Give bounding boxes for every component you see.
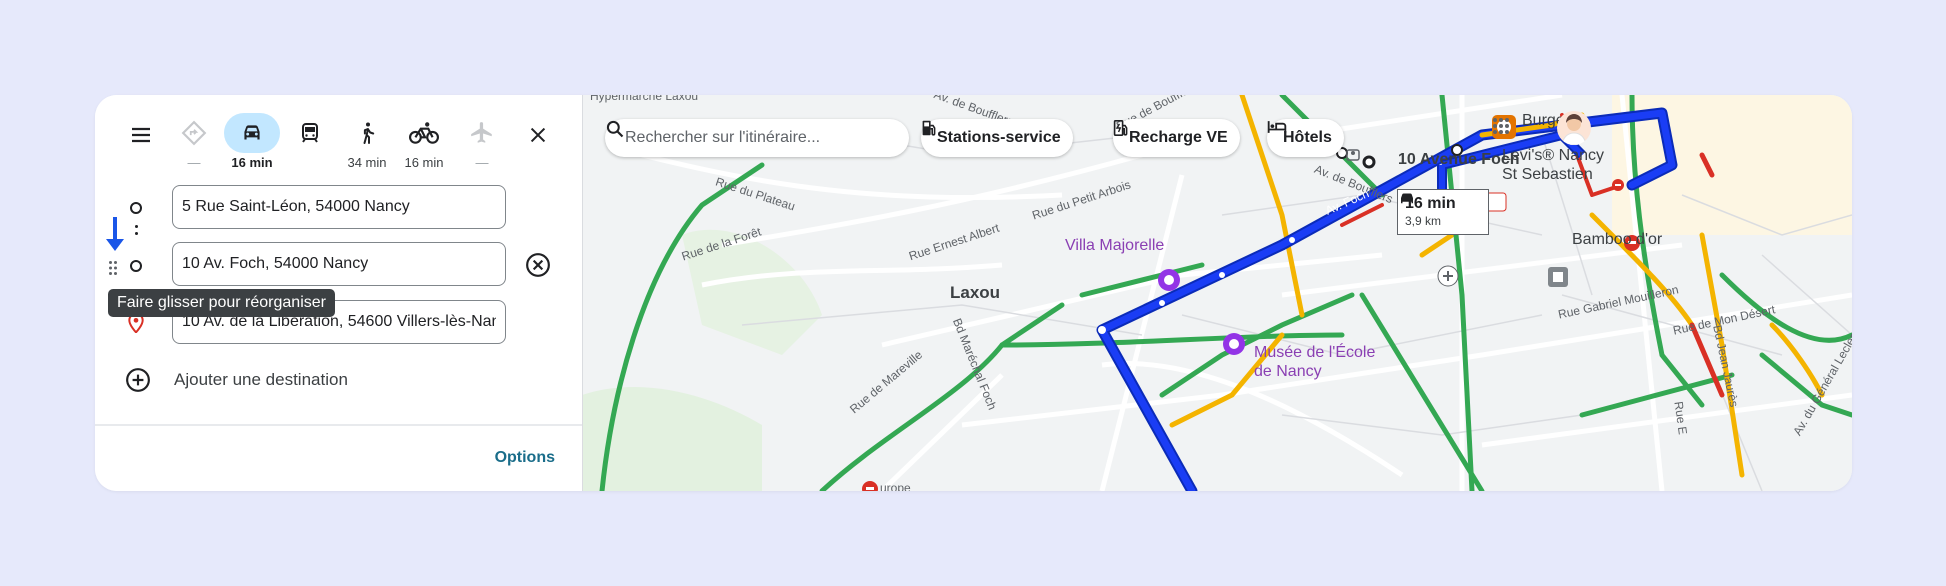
search-icon bbox=[606, 120, 624, 138]
close-icon bbox=[530, 127, 546, 143]
directions-panel: — 16 min 34 min 16 min — 5 Rue Saint-Léo… bbox=[95, 95, 583, 491]
chip-ev-charging[interactable]: Recharge VE bbox=[1113, 119, 1240, 157]
car-icon bbox=[1401, 193, 1413, 204]
gas-station-icon bbox=[922, 120, 936, 136]
route-time-callout[interactable]: 16 min 3,9 km bbox=[1397, 189, 1489, 235]
map-canvas[interactable]: Rechercher sur l'itinéraire... Stations-… bbox=[582, 95, 1852, 491]
add-circle-icon bbox=[126, 368, 150, 392]
remove-stop-button[interactable] bbox=[524, 251, 552, 279]
apps-icon[interactable] bbox=[1492, 117, 1510, 135]
chip-label: Recharge VE bbox=[1129, 129, 1228, 146]
route-dot bbox=[135, 232, 138, 235]
chip-gas-stations[interactable]: Stations-service bbox=[921, 119, 1073, 157]
add-destination-label: Ajouter une destination bbox=[174, 370, 348, 389]
mode-flight-button[interactable] bbox=[454, 113, 510, 153]
mode-car-time: 16 min bbox=[231, 155, 273, 170]
chip-label: Stations-service bbox=[937, 129, 1061, 146]
close-directions-button[interactable] bbox=[520, 117, 556, 153]
origin-input[interactable]: 5 Rue Saint-Léon, 54000 Nancy bbox=[172, 185, 506, 229]
ev-charger-icon bbox=[1113, 120, 1128, 136]
route-dot bbox=[135, 225, 138, 228]
drag-tooltip: Faire glisser pour réorganiser bbox=[108, 289, 335, 317]
blue-down-arrow-icon bbox=[106, 217, 124, 251]
mode-bike-button[interactable] bbox=[396, 113, 452, 153]
hotel-icon bbox=[1267, 121, 1287, 133]
drag-handle-icon[interactable] bbox=[108, 260, 118, 276]
menu-icon bbox=[132, 127, 150, 143]
origin-circle-icon bbox=[130, 202, 142, 214]
stop-circle-icon bbox=[130, 260, 142, 272]
villa-majorelle-label[interactable]: Villa Majorelle bbox=[1065, 237, 1164, 255]
car-icon bbox=[244, 125, 260, 140]
options-link[interactable]: Options bbox=[495, 449, 555, 467]
airplane-icon bbox=[471, 122, 492, 143]
walking-icon bbox=[363, 122, 375, 144]
mode-best-button[interactable] bbox=[166, 113, 222, 153]
chip-hotels[interactable]: Hôtels bbox=[1267, 119, 1344, 157]
transit-icon bbox=[302, 123, 318, 143]
mode-flight-time: — bbox=[475, 155, 489, 170]
chip-label: Hôtels bbox=[1283, 129, 1332, 146]
musee-label-line1[interactable]: Musée de l'École bbox=[1254, 344, 1375, 362]
maps-window: — 16 min 34 min 16 min — 5 Rue Saint-Léo… bbox=[95, 95, 1852, 491]
remove-circle-icon bbox=[526, 253, 550, 277]
mode-transit-button[interactable] bbox=[282, 113, 338, 153]
callout-distance: 3,9 km bbox=[1405, 214, 1442, 228]
panel-divider bbox=[95, 424, 582, 426]
levis-label-line2[interactable]: St Sebastien bbox=[1502, 166, 1593, 184]
place-label: Hypermarché Laxou bbox=[590, 95, 699, 103]
musee-label-line2[interactable]: de Nancy bbox=[1254, 363, 1322, 381]
bicycle-icon bbox=[409, 122, 439, 144]
laxou-label: Laxou bbox=[950, 283, 1001, 302]
route-search-input[interactable]: Rechercher sur l'itinéraire... bbox=[605, 119, 909, 157]
avatar[interactable] bbox=[1557, 111, 1591, 145]
mode-car-button[interactable] bbox=[224, 113, 280, 153]
levis-label-line1[interactable]: Levi's® Nancy bbox=[1502, 147, 1604, 165]
bamboo-label[interactable]: Bamboo d'or bbox=[1572, 231, 1662, 249]
directions-diamond-icon bbox=[181, 120, 207, 146]
stop-input[interactable]: 10 Av. Foch, 54000 Nancy bbox=[172, 242, 506, 286]
menu-button[interactable] bbox=[123, 117, 159, 153]
add-destination-button[interactable]: Ajouter une destination bbox=[125, 367, 348, 393]
mode-walk-button[interactable] bbox=[339, 113, 395, 153]
place-label: urope bbox=[880, 481, 911, 491]
search-placeholder: Rechercher sur l'itinéraire... bbox=[625, 129, 821, 146]
callout-time-row: 16 min bbox=[1401, 193, 1481, 213]
